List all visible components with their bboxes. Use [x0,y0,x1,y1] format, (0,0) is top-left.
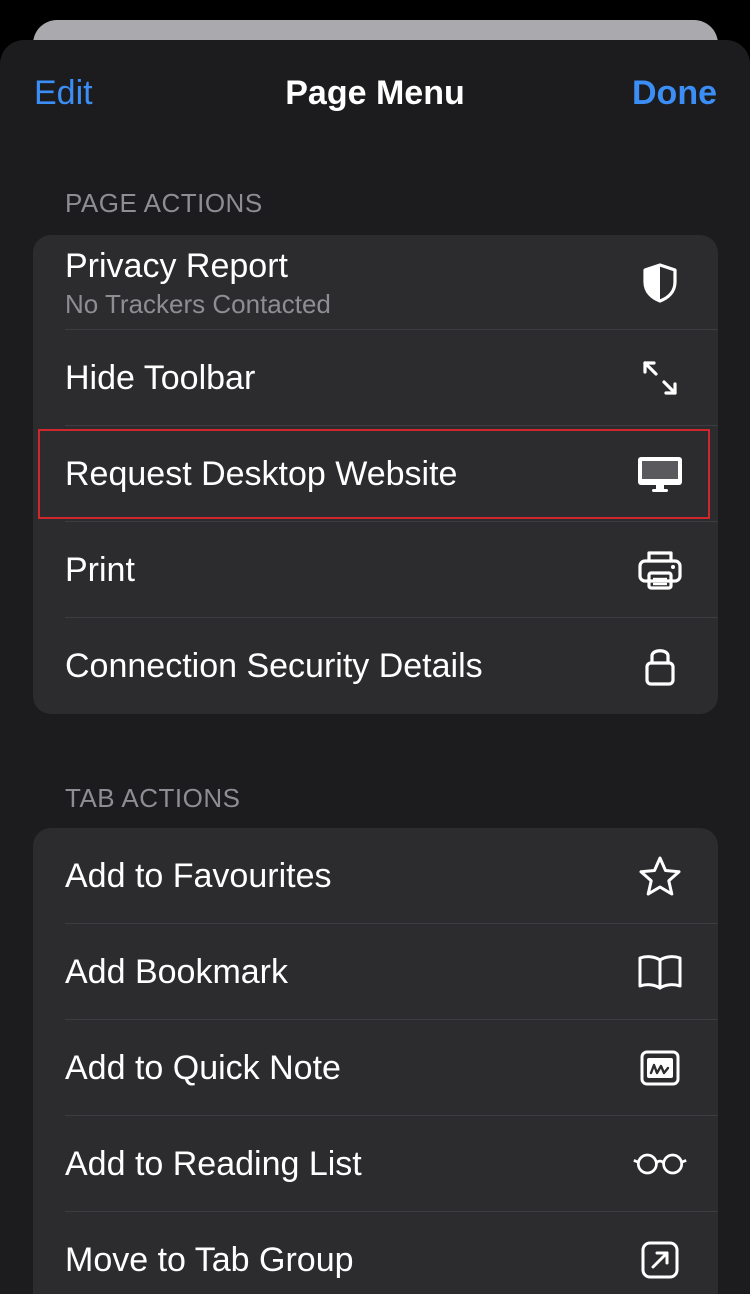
privacy-report-row[interactable]: Privacy Report No Trackers Contacted [33,235,718,330]
request-desktop-website-label: Request Desktop Website [65,455,458,493]
page-actions-header: PAGE ACTIONS [65,188,263,218]
quick-note-icon [632,1020,688,1116]
tab-actions-header: TAB ACTIONS [65,783,241,813]
print-row[interactable]: Print [33,522,718,618]
lock-icon [632,618,688,714]
done-button[interactable]: Done [632,74,717,113]
add-to-reading-list-row[interactable]: Add to Reading List [33,1116,718,1212]
page-menu-sheet: Edit Page Menu Done PAGE ACTIONS Privacy… [0,40,750,1294]
connection-security-row[interactable]: Connection Security Details [33,618,718,714]
add-to-favourites-row[interactable]: Add to Favourites [33,828,718,924]
move-to-tab-group-label: Move to Tab Group [65,1241,354,1279]
add-to-quick-note-row[interactable]: Add to Quick Note [33,1020,718,1116]
printer-icon [632,522,688,618]
hide-toolbar-row[interactable]: Hide Toolbar [33,330,718,426]
add-to-reading-list-label: Add to Reading List [65,1145,362,1183]
star-icon [632,828,688,924]
arrow-square-icon [632,1212,688,1294]
hide-toolbar-label: Hide Toolbar [65,359,256,397]
add-bookmark-label: Add Bookmark [65,953,288,991]
add-to-favourites-label: Add to Favourites [65,857,332,895]
request-desktop-website-row[interactable]: Request Desktop Website [33,426,718,522]
glasses-icon [632,1116,688,1212]
add-bookmark-row[interactable]: Add Bookmark [33,924,718,1020]
screen: Edit Page Menu Done PAGE ACTIONS Privacy… [0,0,750,1294]
add-to-quick-note-label: Add to Quick Note [65,1049,341,1087]
connection-security-label: Connection Security Details [65,647,483,685]
tab-actions-group: Add to Favourites Add Bookmark Add to Qu… [33,828,718,1294]
page-actions-group: Privacy Report No Trackers Contacted Hid… [33,235,718,714]
print-label: Print [65,551,135,589]
move-to-tab-group-row[interactable]: Move to Tab Group [33,1212,718,1294]
desktop-computer-icon [632,426,688,522]
shield-icon [632,235,688,331]
privacy-report-label: Privacy Report [65,247,288,285]
book-icon [632,924,688,1020]
privacy-report-subtitle: No Trackers Contacted [65,289,331,319]
expand-arrows-icon [632,330,688,426]
navigation-bar: Edit Page Menu Done [0,40,750,150]
